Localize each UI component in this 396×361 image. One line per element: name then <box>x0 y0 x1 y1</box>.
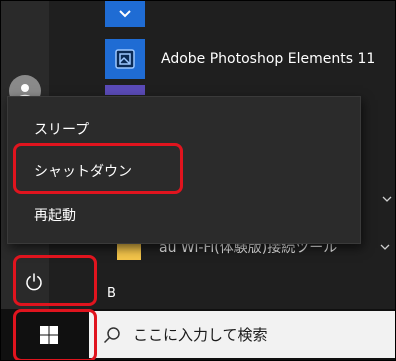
start-button[interactable] <box>21 316 77 354</box>
section-letter: B <box>107 286 116 301</box>
chevron-down-icon[interactable] <box>381 193 393 205</box>
search-icon <box>103 326 120 343</box>
app-tile-partial <box>105 85 145 95</box>
chevron-down-icon[interactable] <box>379 241 391 253</box>
power-button[interactable] <box>15 263 53 301</box>
app-item-label: Adobe Photoshop Elements 11 <box>161 51 376 67</box>
windows-logo-icon <box>40 326 58 344</box>
menu-item-label: 再起動 <box>34 208 76 224</box>
taskbar-search-box[interactable]: ここに入力して検索 <box>89 311 395 358</box>
search-placeholder: ここに入力して検索 <box>133 326 268 344</box>
chevron-down-icon <box>119 10 131 18</box>
taskbar: ここに入力して検索 <box>1 309 395 360</box>
menu-item-shutdown[interactable]: シャットダウン <box>8 151 360 191</box>
start-menu-screen: Adobe Photoshop Elements 11 au Wi-Fi(体験版… <box>0 0 396 361</box>
menu-item-label: スリープ <box>34 122 90 138</box>
power-icon <box>26 273 42 291</box>
app-tile-top[interactable] <box>105 1 145 27</box>
menu-item-sleep[interactable]: スリープ <box>8 109 360 149</box>
menu-item-label: シャットダウン <box>34 164 132 180</box>
app-item-photoshop-elements[interactable]: Adobe Photoshop Elements 11 <box>105 37 395 81</box>
menu-item-restart[interactable]: 再起動 <box>8 195 360 235</box>
photoshop-elements-icon <box>105 39 145 79</box>
power-options-menu: スリープ シャットダウン 再起動 <box>7 96 361 244</box>
